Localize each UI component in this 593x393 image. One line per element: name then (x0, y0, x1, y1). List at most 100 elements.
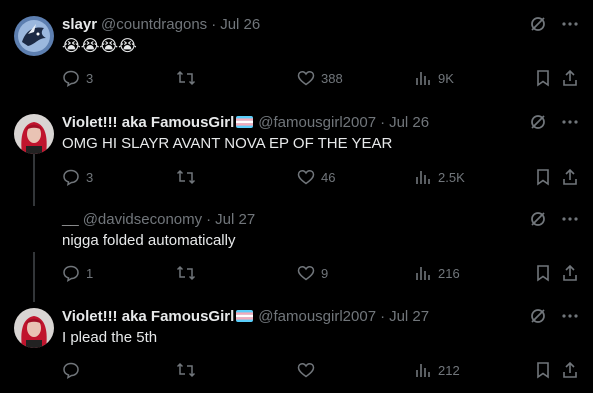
tweet-header: __ @davidseconomy · Jul 27 (62, 209, 255, 229)
retweet-icon (176, 265, 196, 281)
tweet-top-actions (529, 14, 579, 34)
like-button[interactable]: 9 (297, 263, 328, 283)
share-button[interactable] (561, 68, 579, 88)
display-name[interactable]: __ (62, 211, 79, 228)
separator-dot: · (380, 307, 386, 325)
views-button[interactable]: 2.5K (414, 167, 465, 187)
retweet-button[interactable] (176, 360, 202, 380)
separator-dot: · (380, 113, 386, 131)
reply-button[interactable] (62, 360, 86, 380)
bookmark-button[interactable] (535, 360, 551, 380)
tweet-top-actions (529, 306, 579, 326)
trans-flag-icon (236, 310, 254, 322)
trans-flag-icon (236, 116, 254, 128)
tweet[interactable]: slayr @countdragons · Jul 26 😭😭😭😭 3 388 … (0, 14, 593, 94)
share-icon (563, 264, 577, 281)
views-icon (416, 72, 430, 85)
reply-button[interactable]: 3 (62, 68, 93, 88)
reply-count: 1 (86, 265, 94, 281)
views-button[interactable]: 216 (414, 263, 460, 283)
tweet-date[interactable]: Jul 26 (220, 16, 260, 33)
bookmark-button[interactable] (535, 68, 551, 88)
view-count: 212 (438, 362, 460, 378)
reply-icon (63, 70, 79, 87)
like-button[interactable] (297, 360, 321, 380)
tweet-text: nigga folded automatically (62, 232, 236, 249)
view-count: 216 (438, 265, 460, 281)
tweet-date[interactable]: Jul 27 (389, 308, 429, 325)
user-handle[interactable]: @famousgirl2007 (258, 114, 376, 131)
more-icon[interactable] (561, 15, 579, 33)
tweet-date[interactable]: Jul 27 (215, 211, 255, 228)
more-icon[interactable] (561, 113, 579, 131)
retweet-button[interactable] (176, 263, 202, 283)
retweet-icon (176, 70, 196, 86)
tweet-text: OMG HI SLAYR AVANT NOVA EP OF THE YEAR (62, 135, 393, 152)
bookmark-icon (537, 265, 549, 282)
views-icon (416, 267, 430, 280)
views-button[interactable]: 9K (414, 68, 454, 88)
more-icon[interactable] (561, 210, 579, 228)
like-count: 9 (321, 265, 329, 281)
grok-icon[interactable] (529, 113, 547, 131)
grok-icon[interactable] (529, 15, 547, 33)
grok-icon[interactable] (529, 307, 547, 325)
share-button[interactable] (561, 263, 579, 283)
retweet-button[interactable] (176, 167, 202, 187)
tweet-date[interactable]: Jul 26 (389, 114, 429, 131)
tweet-text: I plead the 5th (62, 329, 158, 346)
bookmark-icon (537, 70, 549, 87)
grok-icon[interactable] (529, 210, 547, 228)
display-name[interactable]: Violet!!! aka FamousGirl (62, 308, 234, 325)
separator-dot: · (206, 210, 212, 228)
reply-icon (63, 265, 79, 282)
separator-dot: · (211, 15, 217, 33)
display-name[interactable]: Violet!!! aka FamousGirl (62, 114, 234, 131)
avatar[interactable] (14, 308, 54, 348)
tweet-actions: 3 46 2.5K (62, 167, 579, 187)
user-handle[interactable]: @famousgirl2007 (258, 308, 376, 325)
share-button[interactable] (561, 360, 579, 380)
tweet-top-actions (529, 209, 579, 229)
tweet[interactable]: __ @davidseconomy · Jul 27 nigga folded … (0, 209, 593, 289)
heart-icon (297, 169, 315, 185)
tweet-text: 😭😭😭😭 (62, 38, 137, 55)
views-icon (416, 364, 430, 377)
views-icon (416, 171, 430, 184)
share-icon (563, 168, 577, 185)
tweet-header: Violet!!! aka FamousGirl @famousgirl2007… (62, 306, 429, 326)
reply-icon (63, 169, 79, 186)
heart-icon (297, 265, 315, 281)
reply-button[interactable]: 1 (62, 263, 93, 283)
reply-count: 3 (86, 70, 94, 86)
reply-button[interactable]: 3 (62, 167, 93, 187)
tweet-actions: 3 388 9K (62, 68, 579, 88)
like-count: 46 (321, 169, 336, 185)
display-name[interactable]: slayr (62, 16, 97, 33)
tweet[interactable]: Violet!!! aka FamousGirl @famousgirl2007… (0, 112, 593, 192)
avatar[interactable] (14, 114, 54, 154)
reply-icon (63, 362, 79, 379)
bookmark-button[interactable] (535, 167, 551, 187)
heart-icon (297, 362, 315, 378)
retweet-button[interactable] (176, 68, 202, 88)
user-handle[interactable]: @countdragons (101, 16, 207, 33)
like-button[interactable]: 46 (297, 167, 335, 187)
bookmark-icon (537, 169, 549, 186)
tweet[interactable]: Violet!!! aka FamousGirl @famousgirl2007… (0, 306, 593, 386)
share-icon (563, 69, 577, 86)
share-button[interactable] (561, 167, 579, 187)
retweet-icon (176, 362, 196, 378)
bookmark-button[interactable] (535, 263, 551, 283)
reply-count: 3 (86, 169, 94, 185)
avatar[interactable] (14, 16, 54, 56)
share-icon (563, 361, 577, 378)
views-button[interactable]: 212 (414, 360, 460, 380)
more-icon[interactable] (561, 307, 579, 325)
heart-icon (297, 70, 315, 86)
bookmark-icon (537, 362, 549, 379)
user-handle[interactable]: @davidseconomy (83, 211, 202, 228)
like-button[interactable]: 388 (297, 68, 343, 88)
tweet-actions: 1 9 216 (62, 263, 579, 283)
view-count: 9K (438, 70, 454, 86)
